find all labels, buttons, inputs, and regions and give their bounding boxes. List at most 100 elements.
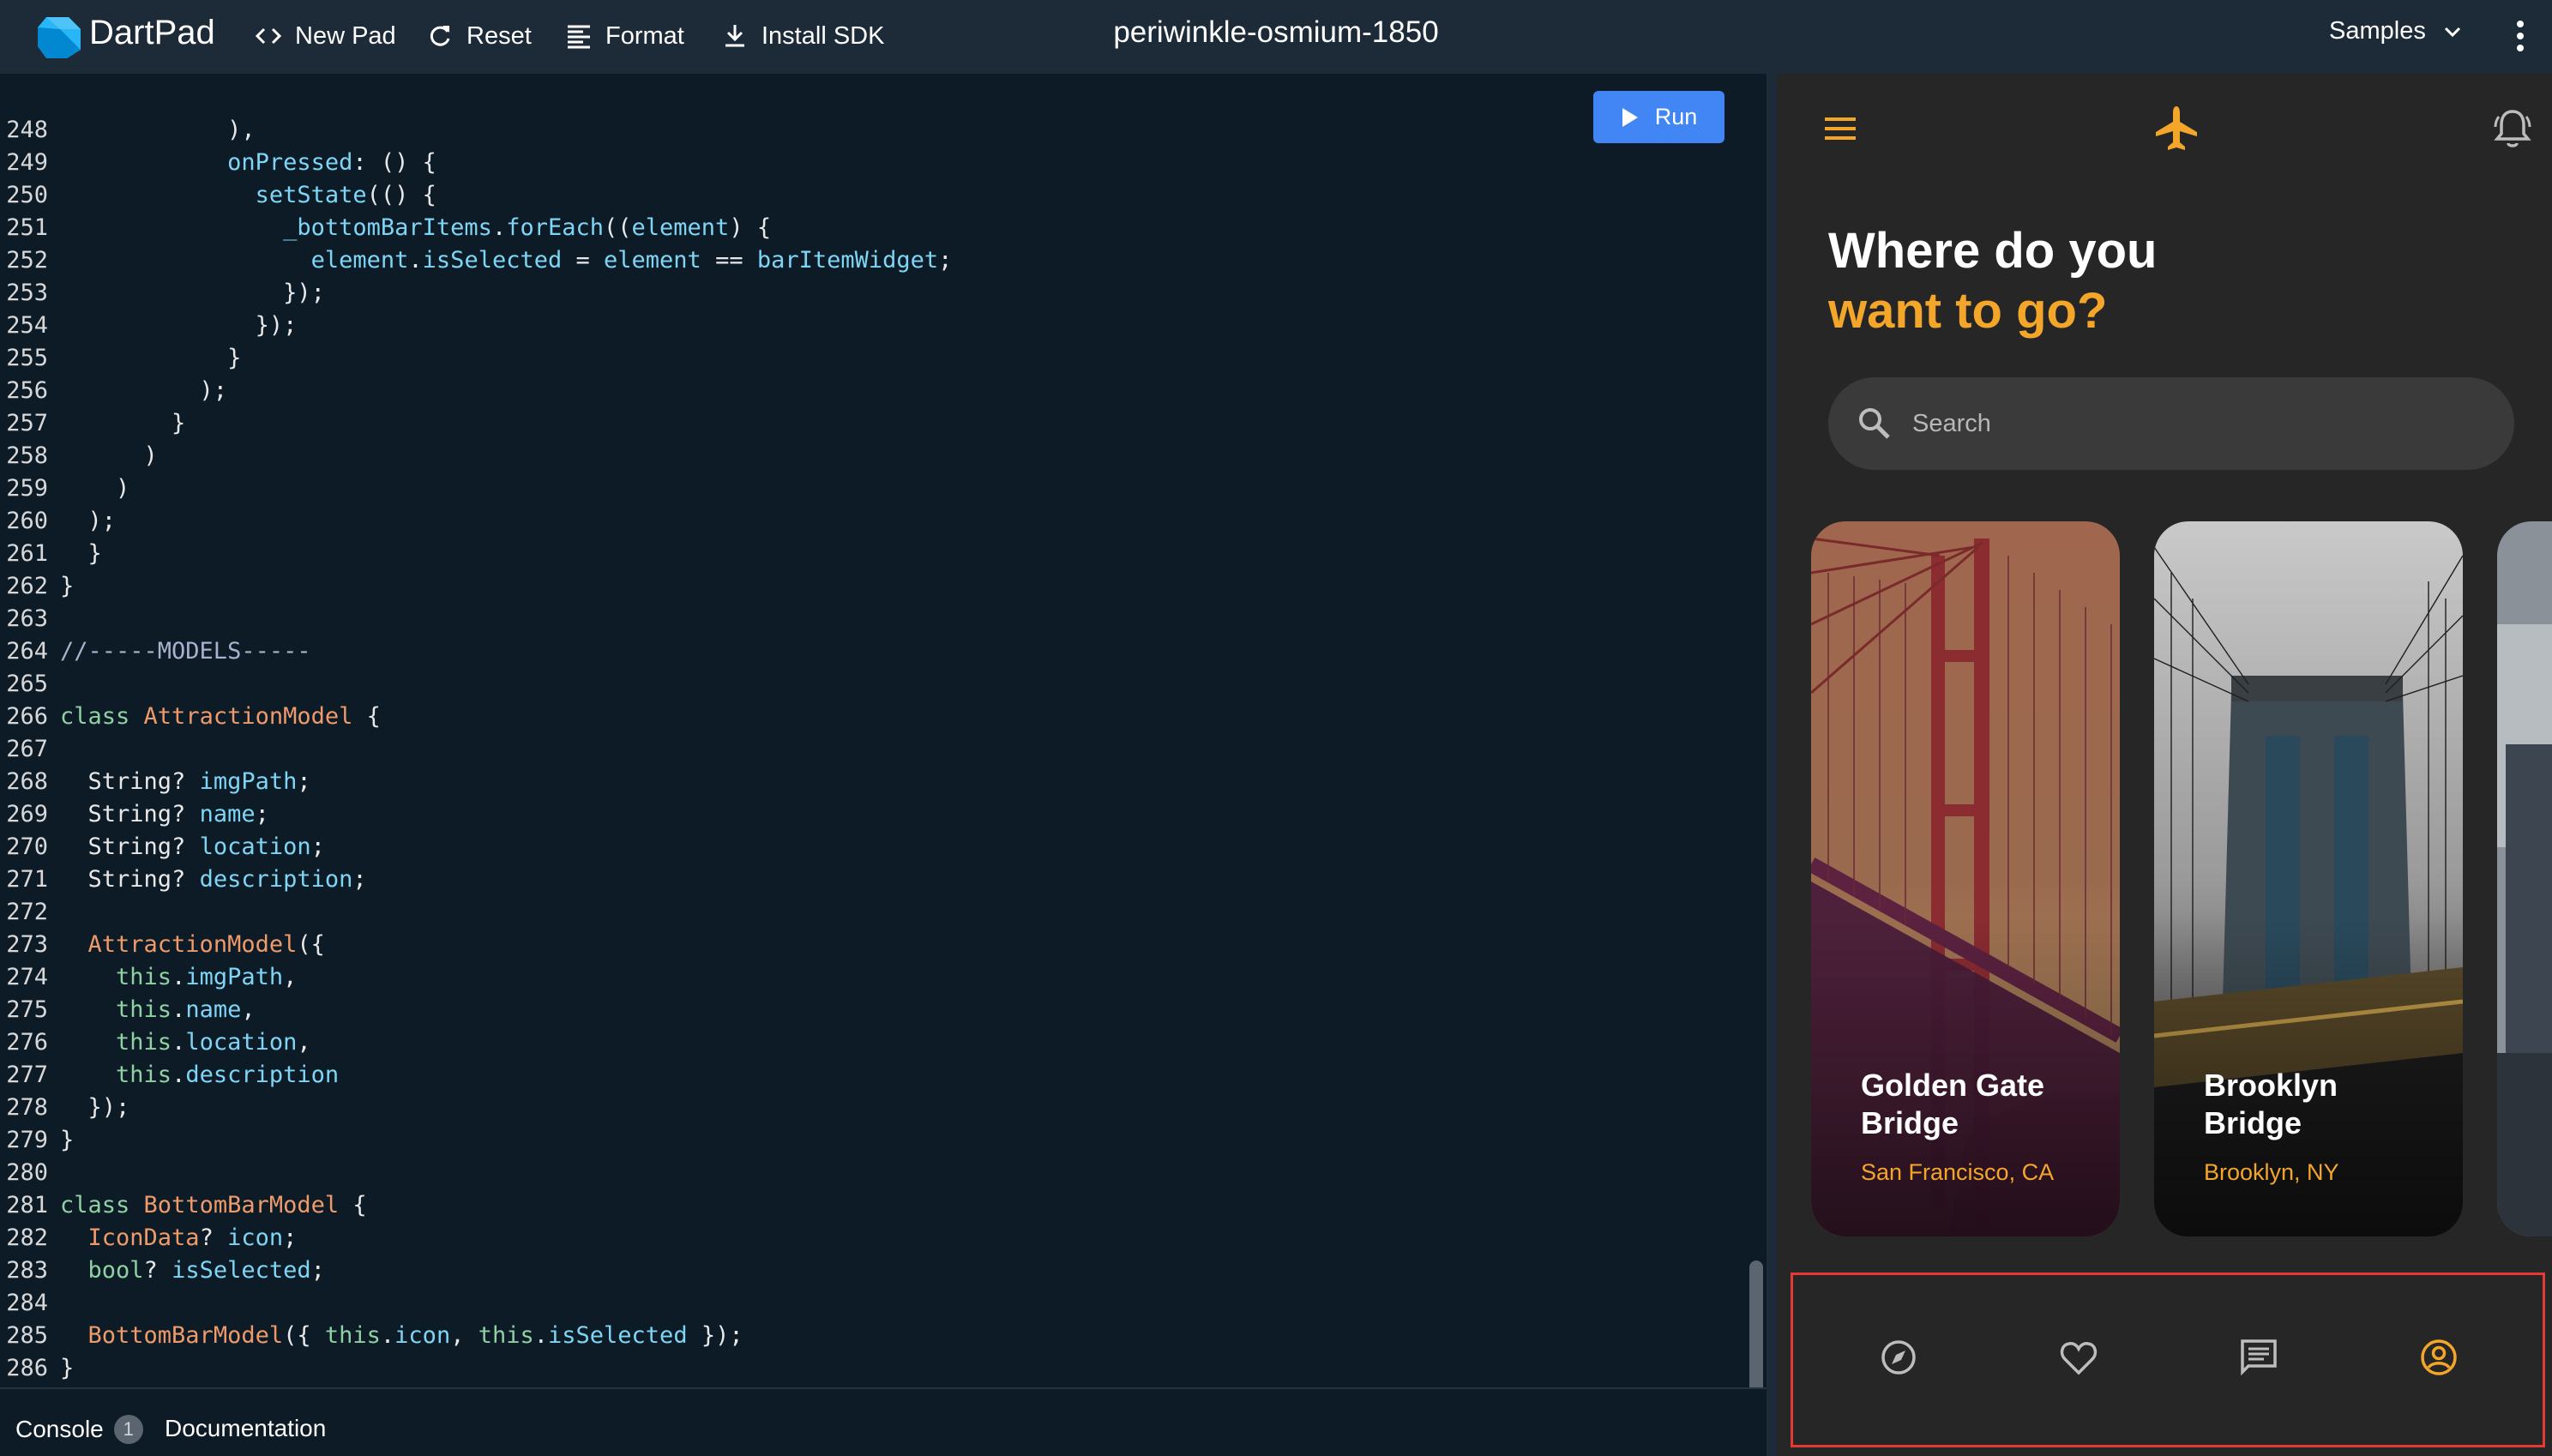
code-line[interactable]: 286} bbox=[0, 1352, 74, 1385]
code-line[interactable]: 282 IconData? icon; bbox=[0, 1222, 297, 1254]
line-code: this.description bbox=[116, 1062, 340, 1088]
card-title-line-1: Brooklyn bbox=[2204, 1068, 2338, 1103]
code-line[interactable]: 285 BottomBarModel({ this.icon, this.isS… bbox=[0, 1320, 743, 1352]
code-line[interactable]: 278 }); bbox=[0, 1092, 129, 1124]
code-line[interactable]: 279} bbox=[0, 1124, 74, 1157]
code-line[interactable]: 248 ), bbox=[0, 114, 255, 147]
line-number: 277 bbox=[6, 1062, 48, 1088]
format-align-icon bbox=[568, 25, 590, 49]
compass-icon[interactable] bbox=[1875, 1333, 1923, 1381]
brand-name: DartPad bbox=[89, 14, 215, 51]
search-input[interactable] bbox=[1912, 401, 2427, 446]
code-line[interactable]: 265 bbox=[0, 668, 60, 701]
line-code: }); bbox=[60, 1094, 130, 1121]
samples-dropdown[interactable]: Samples bbox=[2329, 17, 2464, 45]
install-sdk-button[interactable]: Install SDK bbox=[720, 17, 884, 55]
line-number: 260 bbox=[6, 508, 48, 534]
code-line[interactable]: 283 bool? isSelected; bbox=[0, 1254, 325, 1287]
card-title-line-2: Bridge bbox=[1861, 1105, 1959, 1140]
code-line[interactable]: 266 class AttractionModel { bbox=[0, 701, 381, 733]
run-button[interactable]: Run bbox=[1593, 91, 1724, 143]
line-number: 268 bbox=[6, 768, 48, 795]
account-icon[interactable] bbox=[2415, 1333, 2463, 1381]
code-line[interactable]: 274 this.imgPath, bbox=[0, 961, 297, 994]
line-number: 256 bbox=[6, 377, 48, 404]
run-label: Run bbox=[1654, 104, 1698, 129]
line-code: String? location; bbox=[60, 833, 325, 860]
chevron-down-icon bbox=[2444, 27, 2460, 37]
tab-console[interactable]: Console 1 bbox=[15, 1415, 143, 1444]
code-line[interactable]: 271 String? description; bbox=[0, 863, 366, 896]
code-line[interactable]: 251 _bottomBarItems.forEach((element) { bbox=[0, 212, 771, 244]
new-pad-button[interactable]: New Pad bbox=[254, 17, 396, 55]
menu-icon[interactable] bbox=[1821, 110, 1859, 147]
split-divider[interactable] bbox=[1767, 74, 1777, 1456]
attraction-card-partial[interactable] bbox=[2497, 521, 2552, 1236]
code-line[interactable]: 250 setState(() { bbox=[0, 179, 436, 212]
line-code: ) bbox=[60, 475, 130, 502]
card-title: Golden Gate Bridge bbox=[1861, 1067, 2044, 1142]
line-number: 252 bbox=[6, 247, 48, 274]
line-number: 269 bbox=[6, 801, 48, 827]
app-preview: Where do you want to go? Search Golden G… bbox=[1777, 74, 2552, 1456]
attraction-card[interactable]: Brooklyn Bridge Brooklyn, NY bbox=[2154, 521, 2463, 1236]
code-line[interactable]: 252 element.isSelected = element == barI… bbox=[0, 244, 952, 277]
code-line[interactable]: 268 String? imgPath; bbox=[0, 766, 310, 798]
search-bar[interactable] bbox=[1828, 377, 2514, 470]
bottom-panel: Console 1 Documentation bbox=[0, 1387, 1767, 1456]
more-vert-icon[interactable] bbox=[2507, 15, 2533, 57]
code-line[interactable]: 255 } bbox=[0, 342, 241, 375]
line-number: 249 bbox=[6, 149, 48, 176]
code-line[interactable]: 258 ) bbox=[0, 440, 158, 472]
code-line[interactable]: 284 bbox=[0, 1287, 60, 1320]
code-line[interactable]: 277 this.description bbox=[0, 1059, 339, 1092]
pad-name[interactable]: periwinkle-osmium-1850 bbox=[1113, 15, 1438, 49]
code-line[interactable]: 267 bbox=[0, 733, 60, 766]
line-number: 272 bbox=[6, 899, 48, 925]
code-line[interactable]: 262} bbox=[0, 570, 74, 603]
dartpad-window: DartPad New Pad Reset Format Install SDK… bbox=[0, 0, 2552, 1456]
code-editor[interactable]: 248 ), 249 onPressed: () {250 setState(()… bbox=[0, 74, 1767, 1387]
dart-logo-icon bbox=[38, 17, 81, 58]
line-number: 284 bbox=[6, 1290, 48, 1316]
code-line[interactable]: 281 class BottomBarModel { bbox=[0, 1189, 367, 1222]
code-line[interactable]: 260 ); bbox=[0, 505, 116, 538]
line-code: } bbox=[60, 1127, 75, 1153]
code-line[interactable]: 263 bbox=[0, 603, 60, 635]
console-count-badge: 1 bbox=[113, 1415, 143, 1444]
code-line[interactable]: 261 } bbox=[0, 538, 102, 570]
line-code: ); bbox=[60, 377, 228, 404]
code-line[interactable]: 264 //-----MODELS----- bbox=[0, 635, 310, 668]
line-code: class BottomBarModel { bbox=[60, 1192, 367, 1218]
code-line[interactable]: 272 bbox=[0, 896, 60, 929]
code-line[interactable]: 280 bbox=[0, 1157, 60, 1189]
attraction-card[interactable]: Golden Gate Bridge San Francisco, CA bbox=[1811, 521, 2120, 1236]
console-label: Console bbox=[15, 1416, 104, 1442]
code-line[interactable]: 276 this.location, bbox=[0, 1026, 310, 1059]
code-line[interactable]: 256 ); bbox=[0, 375, 227, 407]
chat-icon[interactable] bbox=[2235, 1333, 2283, 1381]
line-code: bool? isSelected; bbox=[87, 1257, 325, 1284]
notification-bell-icon[interactable] bbox=[2492, 106, 2533, 151]
tab-documentation[interactable]: Documentation bbox=[165, 1415, 326, 1442]
code-line[interactable]: 269 String? name; bbox=[0, 798, 269, 831]
code-line[interactable]: 270 String? location; bbox=[0, 831, 325, 863]
line-code: BottomBarModel({ this.icon, this.isSelec… bbox=[87, 1322, 743, 1349]
code-line[interactable]: 259 ) bbox=[0, 472, 129, 505]
line-code: this.imgPath, bbox=[116, 964, 298, 990]
line-code: class AttractionModel { bbox=[60, 703, 381, 730]
heart-icon[interactable] bbox=[2055, 1333, 2103, 1381]
code-line[interactable]: 254 }); bbox=[0, 310, 297, 342]
format-button[interactable]: Format bbox=[564, 17, 684, 55]
reset-button[interactable]: Reset bbox=[425, 17, 532, 55]
code-line[interactable]: 275 this.name, bbox=[0, 994, 255, 1026]
line-number: 282 bbox=[6, 1224, 48, 1251]
code-line[interactable]: 253 }); bbox=[0, 277, 325, 310]
line-number: 265 bbox=[6, 671, 48, 697]
vertical-scrollbar[interactable] bbox=[1749, 1260, 1763, 1387]
code-line[interactable]: 249 onPressed: () { bbox=[0, 147, 436, 179]
code-line[interactable]: 273 AttractionModel({ bbox=[0, 929, 325, 961]
line-code: ) bbox=[60, 442, 158, 469]
line-number: 262 bbox=[6, 573, 48, 599]
code-line[interactable]: 257 } bbox=[0, 407, 185, 440]
